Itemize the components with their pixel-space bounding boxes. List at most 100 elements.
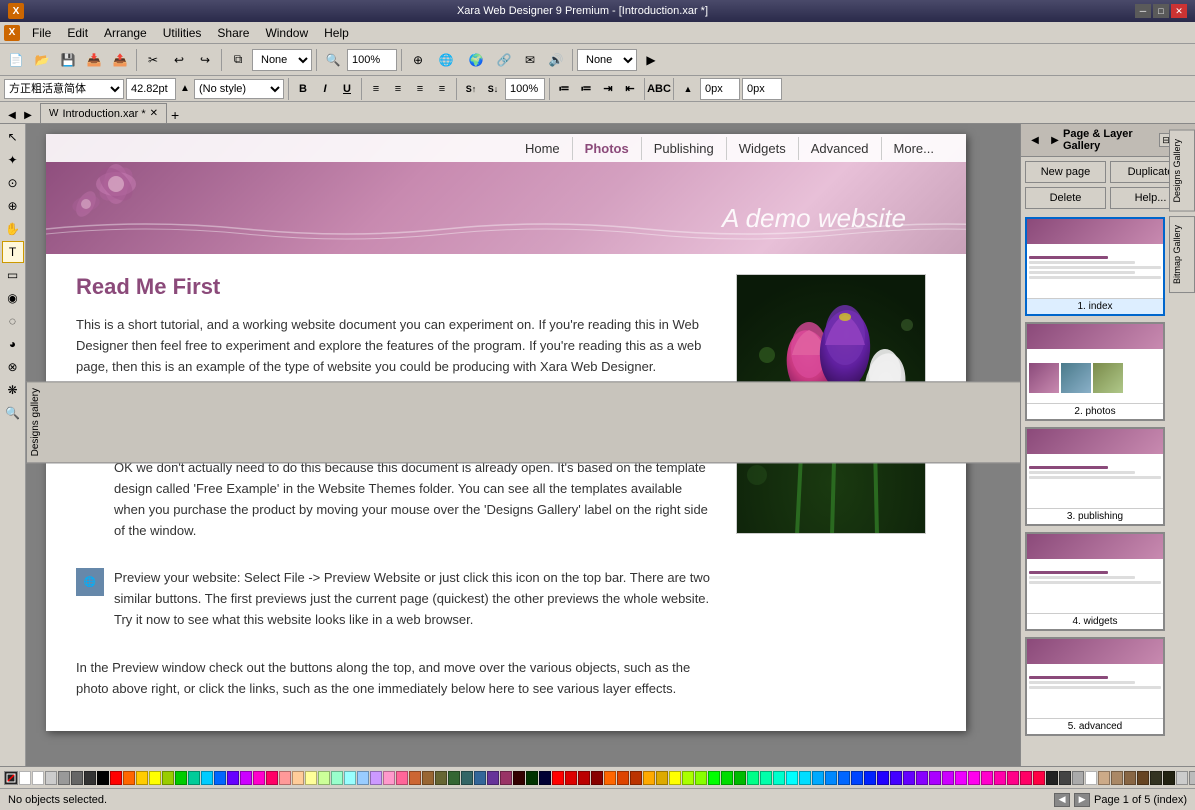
color-swatch-extra-10[interactable] (682, 771, 694, 785)
color-swatch-18[interactable] (253, 771, 265, 785)
color-swatch-extra-14[interactable] (734, 771, 746, 785)
page-nav-button[interactable]: ▶ (639, 48, 663, 72)
color-swatch-extra-5[interactable] (617, 771, 629, 785)
menu-utilities[interactable]: Utilities (155, 24, 210, 42)
color-swatch-19[interactable] (266, 771, 278, 785)
tab-nav-left[interactable]: ◀ (4, 107, 20, 123)
color-swatch-13[interactable] (188, 771, 200, 785)
color-swatch-extra-0[interactable] (552, 771, 564, 785)
undo-button[interactable]: ↩ (167, 48, 191, 72)
color-swatch-5[interactable] (84, 771, 96, 785)
page-thumb-5[interactable]: ▶ 5. advanced (1025, 637, 1165, 736)
page-thumb-2[interactable]: ▶ 2. photos (1025, 322, 1165, 421)
color-swatch-8[interactable] (123, 771, 135, 785)
color-swatch-38[interactable] (513, 771, 525, 785)
page-select[interactable]: None (577, 49, 637, 71)
underline-button[interactable]: U (337, 79, 357, 99)
style-select[interactable]: (No style) (194, 79, 284, 99)
color-swatch-39[interactable] (526, 771, 538, 785)
redo-button[interactable]: ↪ (193, 48, 217, 72)
canvas-area[interactable]: Home Photos Publishing Widgets Advanced … (26, 124, 1020, 766)
color-swatch-extra-30[interactable] (942, 771, 954, 785)
color-swatch-extra-32[interactable] (968, 771, 980, 785)
open-button[interactable]: 📂 (30, 48, 54, 72)
color-swatch-3[interactable] (58, 771, 70, 785)
cut-button[interactable]: ✂ (141, 48, 165, 72)
color-swatch-35[interactable] (474, 771, 486, 785)
new-button[interactable]: 📄 (4, 48, 28, 72)
color-swatch-extra-37[interactable] (1033, 771, 1045, 785)
color-swatch-extra-1[interactable] (565, 771, 577, 785)
text-tool[interactable]: T (2, 241, 24, 263)
tab-close-button[interactable]: ✕ (150, 108, 158, 119)
color-swatch-extra-29[interactable] (929, 771, 941, 785)
color-swatch-extra-3[interactable] (591, 771, 603, 785)
delete-button[interactable]: Delete (1025, 187, 1106, 209)
color-swatch-extra-33[interactable] (981, 771, 993, 785)
page-thumb-3[interactable]: ▶ 3. publishing (1025, 427, 1165, 526)
transparency-tool[interactable]: ◌ (2, 310, 24, 332)
color-swatch-extra-27[interactable] (903, 771, 915, 785)
line-height-input[interactable] (505, 78, 545, 100)
color-swatch-20[interactable] (279, 771, 291, 785)
push-tool[interactable]: ✋ (2, 218, 24, 240)
outdent-button[interactable]: ⇤ (620, 79, 640, 99)
color-swatch-14[interactable] (201, 771, 213, 785)
designs-gallery-tab[interactable]: Designs gallery (26, 381, 1020, 463)
color-swatch-6[interactable] (97, 771, 109, 785)
nav-widgets[interactable]: Widgets (727, 137, 799, 160)
add-tab-button[interactable]: + (167, 107, 183, 123)
color-swatch-36[interactable] (487, 771, 499, 785)
color-swatch-extra-26[interactable] (890, 771, 902, 785)
color-swatch-7[interactable] (110, 771, 122, 785)
color-swatch-extra-22[interactable] (838, 771, 850, 785)
color-swatch-extra-9[interactable] (669, 771, 681, 785)
color-swatch-extra-24[interactable] (864, 771, 876, 785)
color-swatch-1[interactable] (32, 771, 44, 785)
color-swatch-extra-13[interactable] (721, 771, 733, 785)
color-swatch-29[interactable] (396, 771, 408, 785)
color-swatch-21[interactable] (292, 771, 304, 785)
color-swatch-extra-15[interactable] (747, 771, 759, 785)
indent-button[interactable]: ⇥ (598, 79, 618, 99)
maximize-button[interactable]: □ (1153, 4, 1169, 18)
color-swatch-23[interactable] (318, 771, 330, 785)
page-thumb-1[interactable]: ▶ 1. index (1025, 217, 1165, 316)
color-swatch-extra-45[interactable] (1137, 771, 1149, 785)
color-swatch-extra-44[interactable] (1124, 771, 1136, 785)
color-swatch-22[interactable] (305, 771, 317, 785)
zoom-tool[interactable]: ⊕ (2, 195, 24, 217)
color-swatch-extra-25[interactable] (877, 771, 889, 785)
panel-nav-left[interactable]: ◀ (1027, 132, 1043, 148)
audio-button[interactable]: 🔊 (544, 48, 568, 72)
color-swatch-extra-2[interactable] (578, 771, 590, 785)
color-swatch-28[interactable] (383, 771, 395, 785)
color-swatch-extra-48[interactable] (1176, 771, 1188, 785)
color-swatch-9[interactable] (136, 771, 148, 785)
no-color-swatch[interactable] (4, 771, 18, 785)
page-nav-next[interactable]: ▶ (1074, 793, 1090, 807)
nav-photos[interactable]: Photos (573, 137, 642, 160)
color-swatch-extra-17[interactable] (773, 771, 785, 785)
snap-button[interactable]: ⊕ (406, 48, 430, 72)
designs-gallery-vtab[interactable]: Designs Gallery (1169, 130, 1195, 212)
color-swatch-15[interactable] (214, 771, 226, 785)
page-thumb-4[interactable]: ▶ 4. widgets (1025, 532, 1165, 631)
bullet-list-button[interactable]: ≔ (554, 79, 574, 99)
align-center-button[interactable]: ≡ (388, 79, 408, 99)
color-swatch-27[interactable] (370, 771, 382, 785)
color-swatch-extra-47[interactable] (1163, 771, 1175, 785)
align-justify-button[interactable]: ≡ (432, 79, 452, 99)
kern-up-button[interactable]: ▲ (678, 79, 698, 99)
link-button[interactable]: 🔗 (492, 48, 516, 72)
panel-nav-right[interactable]: ▶ (1047, 132, 1063, 148)
color-swatch-30[interactable] (409, 771, 421, 785)
subscript-button[interactable]: S↓ (483, 79, 503, 99)
menu-arrange[interactable]: Arrange (96, 24, 155, 42)
tab-nav-right[interactable]: ▶ (20, 107, 36, 123)
nav-home[interactable]: Home (513, 137, 573, 160)
minimize-button[interactable]: ─ (1135, 4, 1151, 18)
contour-tool[interactable]: ⊙ (2, 172, 24, 194)
bold-button[interactable]: B (293, 79, 313, 99)
color-swatch-17[interactable] (240, 771, 252, 785)
